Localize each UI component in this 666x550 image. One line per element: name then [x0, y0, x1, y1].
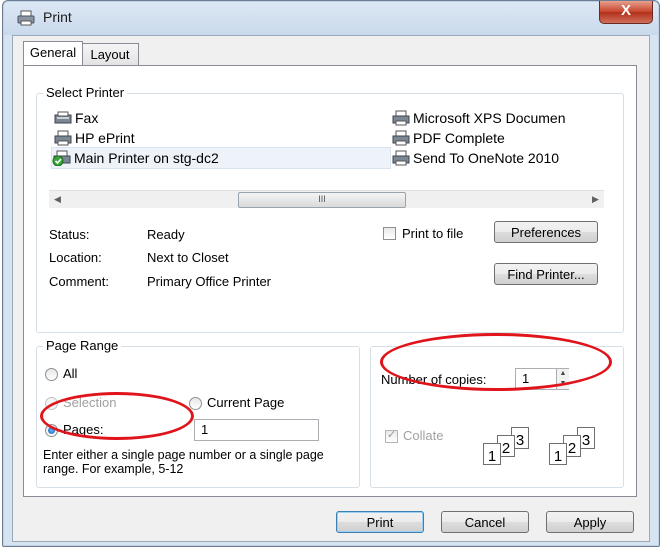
printer-name: Microsoft XPS Documen	[413, 110, 566, 126]
radio-current-page-label[interactable]: Current Page	[207, 395, 284, 410]
fax-icon	[54, 111, 72, 124]
printer-item-microsoft-xps[interactable]: Microsoft XPS Documen	[391, 108, 566, 128]
scroll-right-arrow-icon[interactable]: ▶	[587, 191, 604, 208]
printer-item-fax[interactable]: Fax	[53, 108, 98, 128]
radio-pages-label[interactable]: Pages:	[63, 422, 103, 437]
printer-icon	[54, 130, 72, 146]
scrollbar-thumb[interactable]: III	[238, 192, 406, 208]
print-to-file-checkbox[interactable]	[383, 227, 396, 240]
page-sheet-1: 1	[483, 443, 501, 465]
radio-pages[interactable]	[45, 424, 58, 437]
radio-all[interactable]	[45, 368, 58, 381]
page-range-label: Page Range	[43, 338, 122, 353]
comment-label: Comment:	[49, 274, 109, 289]
radio-selection	[45, 397, 58, 410]
printer-name: HP ePrint	[75, 130, 135, 146]
spin-down-icon[interactable]: ▼	[557, 379, 569, 389]
network-printer-icon	[52, 150, 71, 166]
dialog-client-area: General Layout Select Printer Fax HP ePr…	[12, 35, 650, 542]
printer-icon	[392, 130, 410, 146]
copies-spinner[interactable]: ▲ ▼	[556, 369, 569, 389]
apply-button[interactable]: Apply	[546, 511, 634, 533]
copies-group: Number of copies: 1 ▲ ▼ Collate 3 2 1 3 …	[370, 346, 624, 488]
status-label: Status:	[49, 227, 90, 242]
printer-item-hp-eprint[interactable]: HP ePrint	[53, 128, 135, 148]
select-printer-label: Select Printer	[43, 85, 128, 100]
title-bar[interactable]: Print X	[3, 1, 659, 35]
select-printer-group: Select Printer Fax HP ePrint Main Printe…	[36, 85, 624, 333]
print-to-file-label[interactable]: Print to file	[402, 226, 463, 241]
cancel-button[interactable]: Cancel	[441, 511, 529, 533]
printer-icon	[392, 150, 410, 166]
printer-name: Fax	[75, 110, 99, 126]
page-range-group: Page Range All Selection Current Page Pa…	[36, 338, 360, 488]
tab-layout[interactable]: Layout	[81, 43, 139, 65]
location-value: Next to Closet	[147, 250, 229, 265]
window-title: Print	[43, 9, 72, 25]
radio-all-label[interactable]: All	[63, 366, 77, 381]
page-sheet-1: 1	[549, 443, 567, 465]
tab-general[interactable]: General	[23, 41, 83, 65]
printer-list-scrollbar[interactable]: ◀ III ▶	[49, 190, 604, 208]
general-tab-page: Select Printer Fax HP ePrint Main Printe…	[23, 65, 637, 497]
printer-list[interactable]: Fax HP ePrint Main Printer on stg-dc2 Mi…	[49, 106, 604, 188]
print-dialog-window: Print X General Layout Select Printer Fa…	[2, 0, 660, 547]
pages-input[interactable]: 1	[194, 419, 319, 441]
close-button[interactable]: X	[599, 1, 653, 24]
radio-current-page[interactable]	[189, 397, 202, 410]
printer-item-send-to-onenote[interactable]: Send To OneNote 2010	[391, 148, 559, 168]
find-printer-button[interactable]: Find Printer...	[494, 263, 598, 285]
radio-selection-label: Selection	[63, 395, 117, 410]
preferences-button[interactable]: Preferences	[494, 221, 598, 243]
status-value: Ready	[147, 227, 185, 242]
location-label: Location:	[49, 250, 102, 265]
number-of-copies-label: Number of copies:	[381, 372, 487, 387]
printer-icon	[392, 110, 410, 126]
collate-checkbox	[385, 428, 398, 443]
printer-name: Main Printer on stg-dc2	[74, 150, 219, 166]
scroll-left-arrow-icon[interactable]: ◀	[49, 191, 66, 208]
printer-item-pdf-complete[interactable]: PDF Complete	[391, 128, 505, 148]
collate-label: Collate	[403, 428, 444, 443]
printer-item-main-printer[interactable]: Main Printer on stg-dc2	[51, 147, 391, 169]
printer-icon	[17, 10, 35, 26]
spin-up-icon[interactable]: ▲	[557, 369, 569, 379]
page-range-hint: Enter either a single page number or a s…	[43, 448, 324, 476]
printer-name: Send To OneNote 2010	[413, 150, 560, 166]
print-button[interactable]: Print	[336, 511, 424, 533]
printer-name: PDF Complete	[413, 130, 505, 146]
comment-value: Primary Office Printer	[147, 274, 272, 289]
